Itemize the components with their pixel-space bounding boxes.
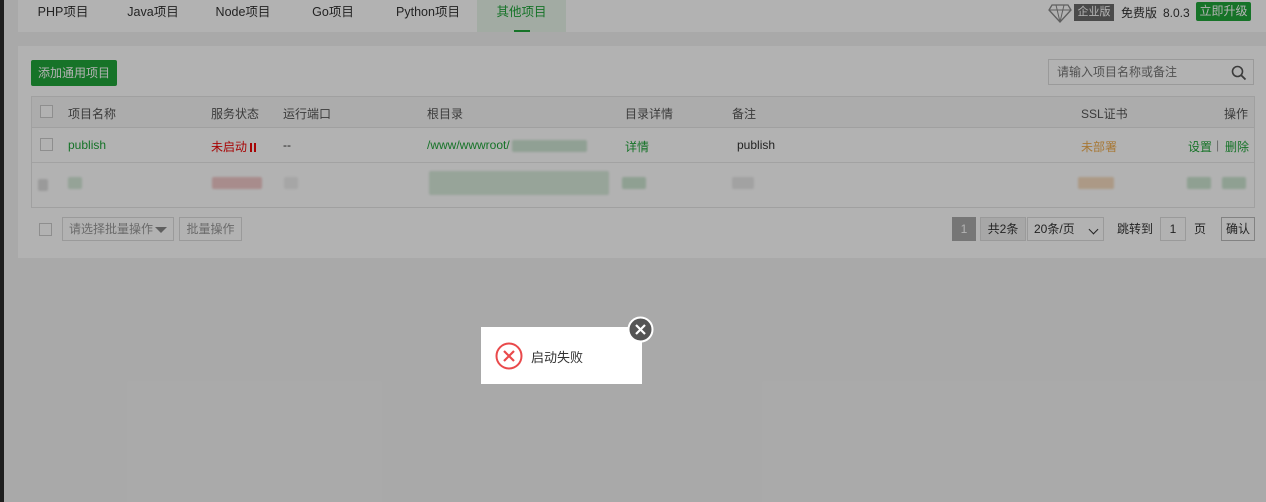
error-icon <box>495 342 523 370</box>
toast-message: 启动失败 <box>531 350 584 365</box>
close-icon[interactable] <box>627 316 654 343</box>
modal-overlay[interactable] <box>0 0 1266 502</box>
error-toast: 启动失败 <box>481 327 642 384</box>
